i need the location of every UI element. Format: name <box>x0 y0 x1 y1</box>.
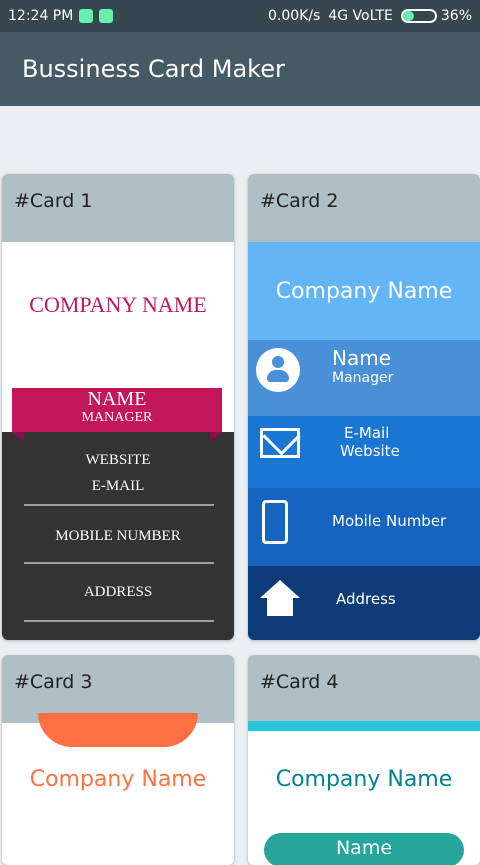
card-website: WEBSITE <box>85 452 151 468</box>
network-speed: 0.00K/s <box>267 8 321 24</box>
card-company-name: Company Name <box>29 767 207 792</box>
battery-indicator: 36% <box>400 8 472 24</box>
card-decoration <box>38 713 198 747</box>
card-person-name: Name <box>332 346 392 370</box>
phone-icon <box>262 500 288 544</box>
card-mobile: Mobile Number <box>332 512 447 530</box>
app-bar: Bussiness Card Maker <box>0 32 480 106</box>
ribbon-fold-right <box>210 432 222 442</box>
card-name-ribbon: NAME MANAGER <box>12 388 222 432</box>
card-person-name: NAME <box>87 388 147 410</box>
card-mobile: MOBILE NUMBER <box>55 528 181 544</box>
notification-icon-2 <box>99 9 114 23</box>
card-2[interactable]: #Card 2 Company Name Name Manager E-Mail… <box>248 174 480 640</box>
card-4[interactable]: #Card 4 Company Name Name <box>248 655 480 865</box>
card-header: #Card 4 <box>248 655 480 723</box>
notification-icon <box>79 9 94 23</box>
status-time: 12:24 PM <box>8 8 74 24</box>
card-person-title: Manager <box>332 370 394 386</box>
network-type: 4G VoLTE <box>328 8 393 24</box>
divider <box>24 504 214 506</box>
card-person-name: Name <box>264 833 464 865</box>
divider <box>24 620 214 622</box>
card-address: Address <box>336 590 396 608</box>
card-3[interactable]: #Card 3 Company Name <box>2 655 234 865</box>
card-company-name: Company Name <box>248 242 480 340</box>
status-bar: 12:24 PM 0.00K/s 4G VoLTE 36% <box>0 0 480 32</box>
card-row-mobile: Mobile Number <box>248 488 480 566</box>
card-row-name: Name Manager <box>248 340 480 416</box>
mail-icon <box>260 428 300 458</box>
card-company-name: Company Name <box>275 767 453 792</box>
card-company-name: COMPANY NAME <box>29 292 207 317</box>
card-email: E-Mail <box>344 424 390 442</box>
ribbon-fold-left <box>12 432 24 442</box>
home-icon <box>258 580 302 620</box>
card-person-title: MANAGER <box>81 410 153 425</box>
person-icon <box>256 348 300 392</box>
battery-level: 36% <box>440 8 472 24</box>
card-row-email: E-Mail Website <box>248 416 480 488</box>
card-header: #Card 1 <box>2 174 234 242</box>
app-title: Bussiness Card Maker <box>22 55 285 83</box>
card-preview: COMPANY NAME NAME MANAGER WEBSITE E-MAIL… <box>2 242 234 640</box>
card-email: E-MAIL <box>91 478 145 494</box>
card-address: ADDRESS <box>83 584 153 600</box>
card-header: #Card 2 <box>248 174 480 242</box>
battery-icon <box>400 9 437 23</box>
card-1[interactable]: #Card 1 COMPANY NAME NAME MANAGER WEBSIT… <box>2 174 234 640</box>
divider <box>24 562 214 564</box>
card-row-address: Address <box>248 566 480 640</box>
card-accent-bar <box>248 721 480 731</box>
card-website: Website <box>340 442 400 460</box>
